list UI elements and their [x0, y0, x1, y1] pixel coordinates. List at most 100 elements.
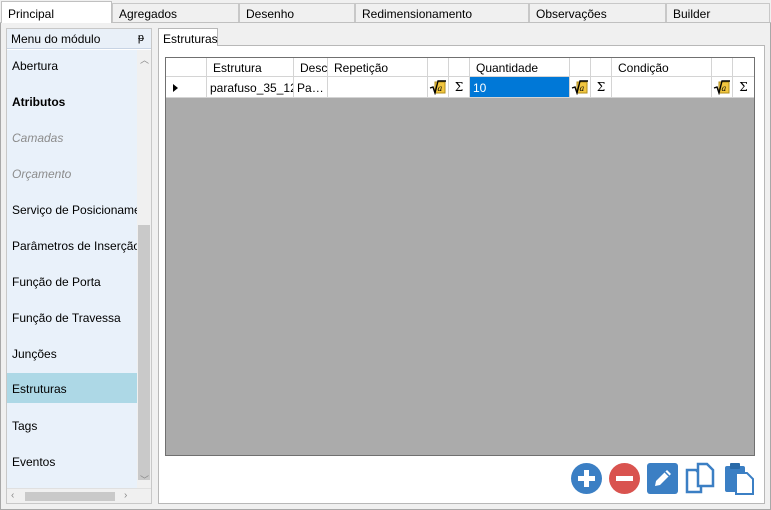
sqrt-icon: a: [571, 80, 588, 95]
sidebar-item-label: Eventos: [12, 455, 56, 469]
scroll-down-icon[interactable]: ﹀: [140, 473, 149, 486]
tab-principal[interactable]: Principal: [1, 1, 112, 23]
sidebar-item-label: Serviço de Posicionamento: [12, 203, 137, 217]
column-header-blank: [733, 58, 754, 76]
tab-desenho[interactable]: Desenho: [239, 3, 355, 22]
repeticao-formula-button[interactable]: a: [428, 77, 449, 97]
sidebar-item-label: Atributos: [12, 95, 66, 109]
tab-redimensionamento[interactable]: Redimensionamento: [355, 3, 529, 22]
tab-observacoes-label: Observações: [536, 7, 607, 21]
sidebar-item-parametros-insercao[interactable]: Parâmetros de Inserção: [7, 230, 137, 260]
cell-quantidade[interactable]: 10: [470, 77, 570, 97]
sidebar-item-eventos[interactable]: Eventos: [7, 446, 137, 476]
tab-observacoes[interactable]: Observações: [529, 3, 666, 22]
row-pointer-icon: [173, 84, 178, 92]
copy-icon: [685, 462, 715, 494]
column-header-blank: [449, 58, 470, 76]
remove-button[interactable]: [608, 462, 641, 495]
tab-desenho-label: Desenho: [246, 7, 295, 21]
repeticao-sum-button[interactable]: Σ: [449, 77, 470, 97]
module-menu: Menu do módulo ᵽ Abertura Atributos Cama…: [6, 28, 152, 504]
column-header-blank: [591, 58, 612, 76]
column-header-condicao[interactable]: Condição: [612, 58, 712, 76]
table-row[interactable]: parafuso_35_12 Parafuso a Σ 10 a Σ a Σ: [166, 77, 754, 98]
condicao-sum-button[interactable]: Σ: [733, 77, 754, 97]
module-tabs: Principal Agregados Desenho Redimensiona…: [0, 0, 771, 23]
pin-icon[interactable]: ᵽ: [138, 32, 144, 44]
column-header-estrutura[interactable]: Estrutura: [207, 58, 294, 76]
copy-button[interactable]: [684, 462, 717, 495]
sidebar-item-label: Camadas: [12, 131, 64, 145]
sidebar-item-tags[interactable]: Tags: [7, 410, 137, 440]
tab-estruturas[interactable]: Estruturas: [158, 28, 218, 46]
scroll-thumb[interactable]: [138, 225, 150, 480]
sidebar-item-label: Junções: [12, 347, 57, 361]
sidebar-item-juncoes[interactable]: Junções: [7, 338, 137, 368]
paste-button[interactable]: [722, 462, 755, 495]
quantidade-formula-button[interactable]: a: [570, 77, 591, 97]
module-menu-list: Abertura Atributos Camadas Orçamento Ser…: [7, 50, 137, 488]
tab-principal-label: Principal: [8, 7, 55, 21]
column-header-label: Estrutura: [213, 61, 262, 75]
add-icon: [571, 463, 602, 494]
row-header[interactable]: [166, 77, 207, 97]
row-header-corner: [166, 58, 207, 76]
sidebar-item-funcao-porta[interactable]: Função de Porta: [7, 266, 137, 296]
sidebar-item-label: Estruturas: [12, 382, 67, 396]
column-header-repeticao[interactable]: Repetição: [328, 58, 428, 76]
svg-text:a: a: [722, 84, 727, 93]
tab-estruturas-label: Estruturas: [163, 32, 218, 46]
quantidade-sum-button[interactable]: Σ: [591, 77, 612, 97]
menu-horizontal-scrollbar[interactable]: ‹ ›: [7, 488, 151, 503]
scroll-up-icon[interactable]: ︿: [140, 53, 149, 66]
sidebar-item-label: Função de Travessa: [12, 311, 121, 325]
cell-value: 10: [473, 81, 487, 95]
sigma-icon: Σ: [454, 80, 464, 94]
sidebar-item-label: Parâmetros de Inserção: [12, 239, 137, 253]
paste-icon: [725, 463, 754, 495]
column-header-blank: [428, 58, 449, 76]
sidebar-item-label: Tags: [12, 419, 38, 433]
column-header-quantidade[interactable]: Quantidade: [470, 58, 570, 76]
tab-builder[interactable]: Builder: [666, 3, 770, 22]
sidebar-item-label: Função de Porta: [12, 275, 101, 289]
cell-descricao[interactable]: Parafuso: [294, 77, 328, 97]
sidebar-item-abertura[interactable]: Abertura: [7, 50, 137, 80]
menu-vertical-scrollbar[interactable]: ︿ ﹀: [137, 50, 151, 488]
scroll-thumb[interactable]: [25, 492, 115, 501]
sqrt-icon: a: [713, 80, 730, 95]
cell-estrutura[interactable]: parafuso_35_12: [207, 77, 294, 97]
remove-icon: [609, 463, 640, 494]
column-header-blank: [712, 58, 733, 76]
cell-repeticao[interactable]: [328, 77, 428, 97]
cell-condicao[interactable]: [612, 77, 712, 97]
edit-button[interactable]: [646, 462, 679, 495]
sigma-icon: Σ: [596, 80, 606, 94]
column-header-label: Descrição: [300, 61, 328, 75]
edit-icon: [647, 463, 678, 494]
column-header-descricao[interactable]: Descrição: [294, 58, 328, 76]
column-header-blank: [570, 58, 591, 76]
sidebar-item-funcao-travessa[interactable]: Função de Travessa: [7, 302, 137, 332]
column-header-label: Quantidade: [476, 61, 539, 75]
scroll-left-icon[interactable]: ‹: [11, 490, 14, 501]
tab-agregados[interactable]: Agregados: [112, 3, 239, 22]
tab-agregados-label: Agregados: [119, 7, 178, 21]
sidebar-item-camadas: Camadas: [7, 122, 137, 152]
estruturas-grid: Estrutura Descrição Repetição Quantidade…: [165, 57, 755, 456]
svg-text:a: a: [438, 84, 443, 93]
sigma-icon: Σ: [739, 80, 748, 94]
tab-divider: [0, 22, 771, 23]
svg-text:a: a: [580, 84, 585, 93]
module-menu-title: Menu do módulo: [11, 32, 101, 46]
sidebar-item-estruturas[interactable]: Estruturas: [7, 373, 137, 403]
condicao-formula-button[interactable]: a: [712, 77, 733, 97]
sidebar-item-atributos[interactable]: Atributos: [7, 86, 137, 116]
scroll-right-icon[interactable]: ›: [124, 490, 127, 501]
sidebar-item-servico-posicionamento[interactable]: Serviço de Posicionamento: [7, 194, 137, 224]
column-header-label: Condição: [618, 61, 669, 75]
add-button[interactable]: [570, 462, 603, 495]
sqrt-icon: a: [429, 80, 446, 95]
sidebar-item-label: Orçamento: [12, 167, 72, 181]
cell-value: Parafuso: [297, 81, 327, 95]
